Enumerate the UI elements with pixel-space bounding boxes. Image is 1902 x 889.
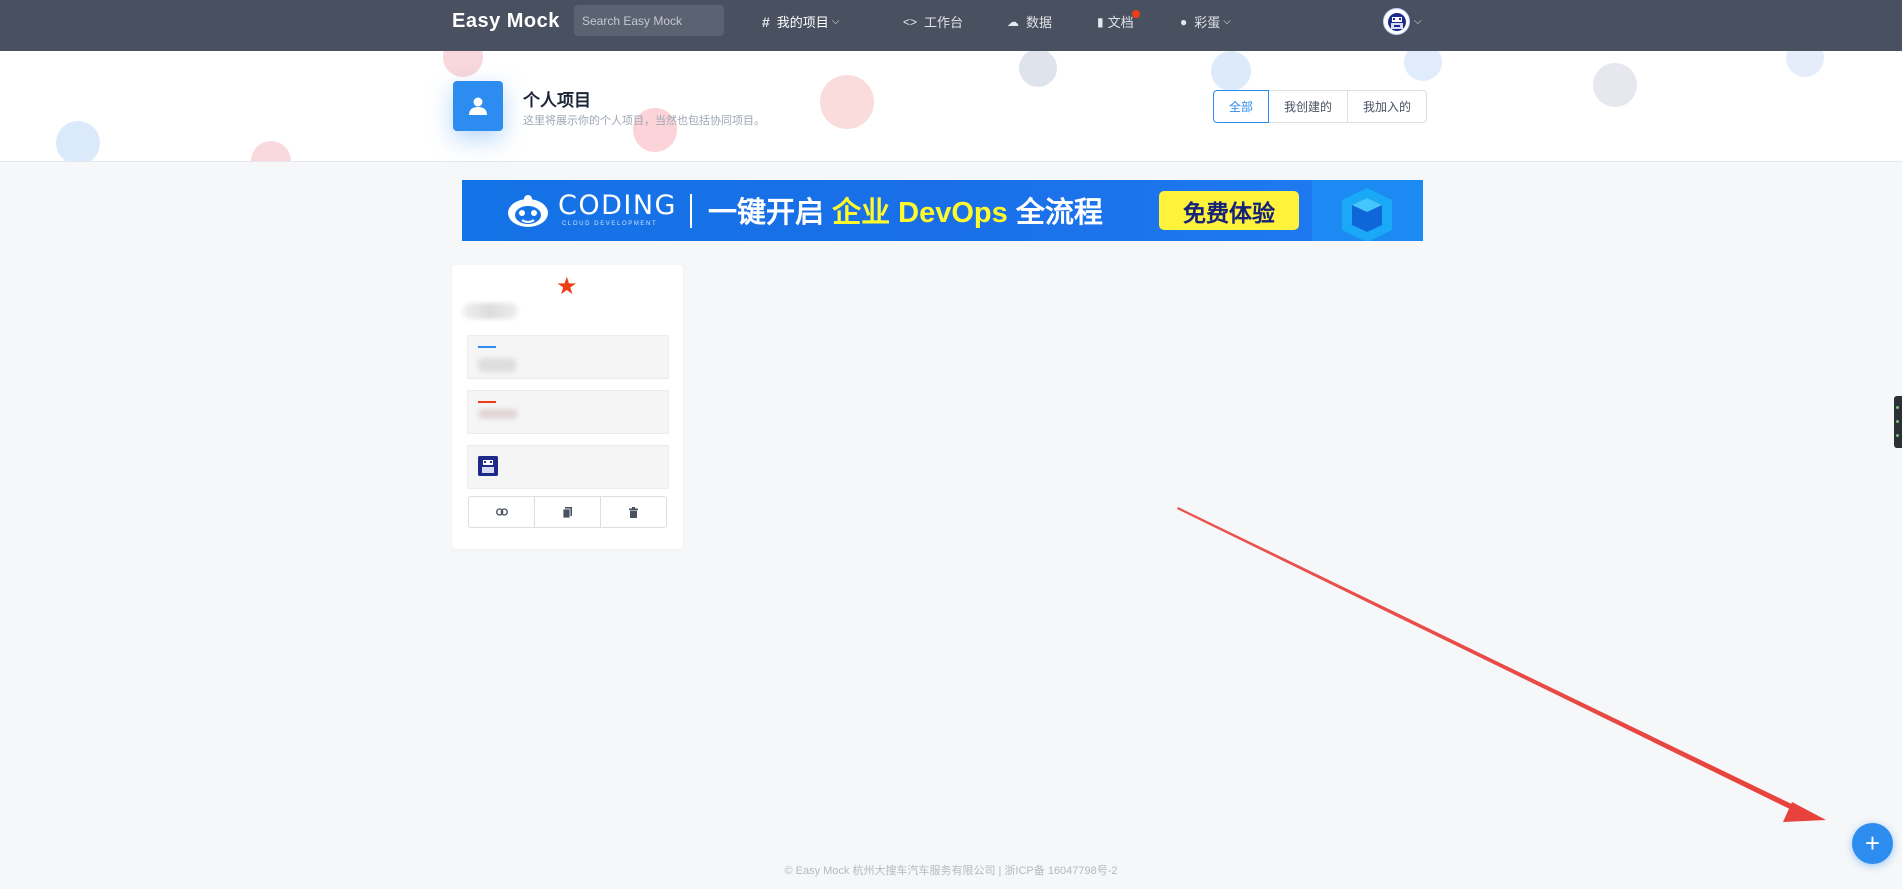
create-project-button[interactable]: + <box>1852 823 1893 864</box>
nav-workbench[interactable]: <> 工作台 <box>903 12 963 31</box>
hash-icon: # <box>762 13 770 30</box>
project-actions <box>468 496 667 528</box>
notification-dot <box>1131 10 1140 18</box>
book-icon: ▮ <box>1097 14 1104 29</box>
avatar <box>1383 8 1410 35</box>
decor-bubble <box>56 121 100 161</box>
filter-all-button[interactable]: 全部 <box>1213 90 1270 123</box>
nav-easter-egg-label: 彩蛋 <box>1194 15 1221 30</box>
decor-bubble <box>251 141 291 161</box>
decor-bubble <box>1019 51 1057 87</box>
banner-slogan: 一键开启 企业 DevOps 全流程 <box>708 189 1103 231</box>
member-avatar[interactable] <box>478 456 498 476</box>
decor-bubble <box>820 75 874 129</box>
page-header <box>0 51 1902 162</box>
decor-bubble <box>1404 51 1442 81</box>
search-input[interactable] <box>574 5 724 36</box>
delete-project-button[interactable] <box>600 496 667 528</box>
project-filter-group: 全部 我创建的 我加入的 <box>1213 90 1428 123</box>
decor-bubble <box>1593 63 1637 107</box>
nav-docs[interactable]: ▮ 文档 <box>1097 10 1140 31</box>
cloud-icon: ☁ <box>1007 14 1019 29</box>
project-url-box <box>467 335 669 379</box>
robot-avatar-icon <box>478 456 498 476</box>
nav-docs-label-wrap: 文档 <box>1107 10 1140 31</box>
redacted-text <box>478 358 516 372</box>
decor-bubble <box>443 51 483 77</box>
page-subtitle: 这里将展示你的个人项目，当然也包括协同项目。 <box>523 115 765 127</box>
robot-avatar-icon <box>1387 12 1406 31</box>
nav-my-projects-label: 我的项目 <box>776 15 829 30</box>
nav-data-label: 数据 <box>1026 15 1053 30</box>
coding-mascot-icon <box>508 195 548 227</box>
project-members-box <box>467 445 669 489</box>
user-icon <box>469 97 487 115</box>
banner-slogan-suffix: 全流程 <box>1015 197 1103 229</box>
project-card[interactable]: ★ <box>452 265 683 549</box>
filter-created-button[interactable]: 我创建的 <box>1268 90 1349 123</box>
decor-bubble <box>1786 51 1824 77</box>
project-name-redacted <box>462 303 518 319</box>
accent-bar-red <box>478 401 496 403</box>
copy-link-button[interactable] <box>468 496 535 528</box>
banner-cta-button[interactable]: 免费体验 <box>1159 191 1299 230</box>
cube-graphic-icon <box>1312 180 1423 241</box>
filter-joined-button[interactable]: 我加入的 <box>1347 90 1428 123</box>
star-icon[interactable]: ★ <box>556 272 578 301</box>
egg-icon: ● <box>1180 14 1188 29</box>
project-desc-box <box>467 390 669 434</box>
app-logo[interactable]: Easy Mock <box>452 10 560 33</box>
nav-easter-egg[interactable]: ● 彩蛋 ⌵ <box>1180 12 1231 31</box>
top-navbar: Easy Mock # 我的项目 ⌵ <> 工作台 ☁ 数据 ▮ 文档 ● 彩蛋… <box>0 0 1902 51</box>
banner-brand: CODING <box>558 190 677 221</box>
arrow-head <box>1783 802 1826 822</box>
chevron-down-icon: ⌵ <box>831 16 840 27</box>
decor-bubble <box>1211 51 1251 91</box>
redacted-text <box>478 409 518 419</box>
code-icon: <> <box>903 14 918 29</box>
nav-my-projects[interactable]: # 我的项目 ⌵ <box>762 12 839 31</box>
trash-icon <box>629 506 638 518</box>
personal-project-icon <box>453 81 503 131</box>
banner-divider <box>690 194 692 228</box>
user-menu[interactable]: ⌵ <box>1383 8 1422 35</box>
page-title: 个人项目 <box>523 91 591 110</box>
nav-data[interactable]: ☁ 数据 <box>1007 12 1052 31</box>
chevron-down-icon: ⌵ <box>1223 16 1231 27</box>
copy-project-button[interactable] <box>534 496 601 528</box>
copy-icon <box>563 506 572 518</box>
footer-copyright: © Easy Mock 杭州大搜车汽车服务有限公司 | 浙ICP备 160477… <box>784 865 1118 877</box>
chevron-down-icon: ⌵ <box>1414 16 1422 27</box>
banner-slogan-prefix: 一键开启 <box>708 197 825 229</box>
banner-brand-sub: CLOUD DEVELOPMENT <box>562 221 658 227</box>
side-panel-handle[interactable] <box>1894 396 1902 448</box>
arrow-shaft <box>1177 507 1804 815</box>
link-icon <box>495 508 508 516</box>
nav-docs-label: 文档 <box>1107 15 1134 30</box>
coding-ad-banner[interactable]: CODING CLOUD DEVELOPMENT 一键开启 企业 DevOps … <box>462 180 1423 241</box>
banner-slogan-highlight: 企业 DevOps <box>832 197 1008 229</box>
accent-bar-blue <box>478 346 496 348</box>
nav-workbench-label: 工作台 <box>924 15 964 30</box>
